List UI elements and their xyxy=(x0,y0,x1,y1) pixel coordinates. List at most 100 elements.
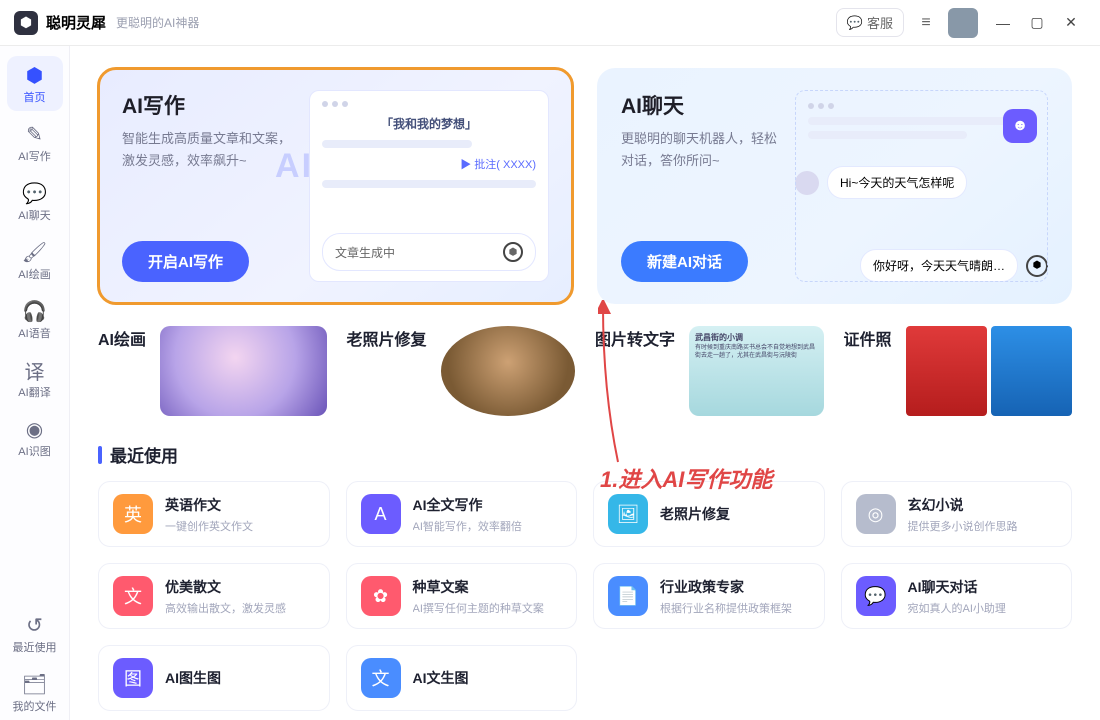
hex-badge-icon: ⬢ xyxy=(503,242,523,262)
app-tagline: 更聪明的AI神器 xyxy=(116,14,199,31)
minimize-button[interactable]: — xyxy=(988,8,1018,38)
recent-card[interactable]: 图 AI图生图 xyxy=(98,645,330,711)
recent-card[interactable]: ✿ 种草文案 AI撰写任何主题的种草文案 xyxy=(346,563,578,629)
recent-card-title: 优美散文 xyxy=(165,577,286,597)
mock-annotation: ▶ 批注( XXXX) xyxy=(460,156,536,172)
sidebar-item-label: 最近使用 xyxy=(13,639,57,655)
brush-icon: 🖌 xyxy=(22,241,47,263)
sidebar-item-label: 首页 xyxy=(24,89,46,105)
recent-card-title: AI文生图 xyxy=(413,668,469,688)
tile-ocr-thumb: 武昌街的小调 有时候到重庆南路买书总会不自觉地想到武昌街去走一趟了，尤其在武昌街… xyxy=(689,326,823,416)
recent-card[interactable]: 文 优美散文 高效输出散文，激发灵感 xyxy=(98,563,330,629)
recent-card-sub: AI撰写任何主题的种草文案 xyxy=(413,600,544,616)
recent-card[interactable]: 🖼 老照片修复 xyxy=(593,481,825,547)
sidebar-item-files[interactable]: 🗂 我的文件 xyxy=(7,665,63,720)
recent-card[interactable]: 英 英语作文 一键创作英文作文 xyxy=(98,481,330,547)
hero-chat-desc: 更聪明的聊天机器人，轻松 对话，答你所问~ xyxy=(621,128,777,172)
recent-card-title: 玄幻小说 xyxy=(908,495,1018,515)
recent-card[interactable]: ◎ 玄幻小说 提供更多小说创作思路 xyxy=(841,481,1073,547)
sidebar-item-home[interactable]: ⬢ 首页 xyxy=(7,56,63,111)
recent-header-text: 最近使用 xyxy=(110,442,178,467)
recent-card-sub: 一键创作英文作文 xyxy=(165,518,253,534)
recent-card-icon: 英 xyxy=(113,494,153,534)
folder-icon: 🗂 xyxy=(22,673,47,695)
menu-icon[interactable]: ≡ xyxy=(912,9,940,37)
app-name: 聪明灵犀 xyxy=(46,12,106,33)
sidebar-item-chat[interactable]: 💬 AI聊天 xyxy=(7,174,63,229)
chat-preview-panel: ☻ Hi~今天的天气怎样呢 你好呀，今天天气晴朗… ⬢ xyxy=(795,90,1048,282)
maximize-button[interactable]: ▢ xyxy=(1022,8,1052,38)
window-dots-icon xyxy=(808,103,1035,109)
hero-ai-write[interactable]: AI写作 智能生成高质量文章和文案， 激发灵感，效率飙升~ 开启AI写作 AI … xyxy=(98,68,573,304)
user-avatar[interactable] xyxy=(948,8,978,38)
tile-oldphoto-thumb xyxy=(441,326,575,416)
sidebar-item-label: AI写作 xyxy=(18,148,50,164)
tile-draw-thumb xyxy=(160,326,326,416)
ocr-doc-title: 武昌街的小调 xyxy=(695,332,817,343)
tile-ai-draw[interactable]: AI绘画 xyxy=(98,326,327,416)
recent-card-sub: 提供更多小说创作思路 xyxy=(908,518,1018,534)
window-dots-icon xyxy=(322,101,536,107)
ocr-doc-body: 有时候到重庆南路买书总会不自觉地想到武昌街去走一趟了，尤其在武昌街与沅陵街 xyxy=(695,345,817,361)
recent-header: 最近使用 xyxy=(98,442,1072,467)
write-preview-panel: AI 「我和我的梦想」 ▶ 批注( XXXX) 文章生成中 ⬢ xyxy=(309,90,549,282)
sidebar-item-label: AI聊天 xyxy=(18,207,50,223)
recent-card[interactable]: 💬 AI聊天对话 宛如真人的AI小助理 xyxy=(841,563,1073,629)
recent-card-icon: 文 xyxy=(113,576,153,616)
recent-card-sub: AI智能写作，效率翻倍 xyxy=(413,518,522,534)
tile-title: 图片转文字 xyxy=(595,326,675,350)
sidebar-item-ocr[interactable]: ◉ AI识图 xyxy=(7,410,63,465)
chat-icon: 💬 xyxy=(22,182,47,204)
recent-card-title: 种草文案 xyxy=(413,577,544,597)
recent-card-icon: ✿ xyxy=(361,576,401,616)
recent-card[interactable]: 文 AI文生图 xyxy=(346,645,578,711)
recent-card-sub: 根据行业名称提供政策框架 xyxy=(660,600,792,616)
tile-oldphoto[interactable]: 老照片修复 xyxy=(347,326,576,416)
recent-card-icon: 💬 xyxy=(856,576,896,616)
app-logo-icon: ⬢ xyxy=(14,11,38,35)
recent-card[interactable]: 📄 行业政策专家 根据行业名称提供政策框架 xyxy=(593,563,825,629)
sidebar-item-label: 我的文件 xyxy=(13,698,57,714)
sidebar-item-voice[interactable]: 🎧 AI语音 xyxy=(7,292,63,347)
sidebar-item-write[interactable]: ✎ AI写作 xyxy=(7,115,63,170)
mock-status-text: 文章生成中 xyxy=(335,244,395,261)
history-icon: ↺ xyxy=(26,614,43,636)
headphone-icon: 🎧 xyxy=(22,300,47,322)
close-button[interactable]: ✕ xyxy=(1056,8,1086,38)
sidebar-item-recent[interactable]: ↺ 最近使用 xyxy=(7,606,63,661)
recent-card-title: AI图生图 xyxy=(165,668,221,688)
recent-card[interactable]: A AI全文写作 AI智能写作，效率翻倍 xyxy=(346,481,578,547)
chat-float-icon: ☻ xyxy=(1003,109,1037,143)
ai-ghost-text: AI xyxy=(275,147,313,186)
hero-chat-title: AI聊天 xyxy=(621,90,777,120)
recent-card-sub: 宛如真人的AI小助理 xyxy=(908,600,1006,616)
support-button[interactable]: 💬 客服 xyxy=(836,8,904,37)
tile-title: 老照片修复 xyxy=(347,326,427,350)
sidebar-item-label: AI语音 xyxy=(18,325,50,341)
sidebar-item-draw[interactable]: 🖌 AI绘画 xyxy=(7,233,63,288)
start-ai-write-button[interactable]: 开启AI写作 xyxy=(122,241,249,282)
recent-card-title: AI聊天对话 xyxy=(908,577,1006,597)
pen-icon: ✎ xyxy=(26,123,43,145)
tile-ocr[interactable]: 图片转文字 武昌街的小调 有时候到重庆南路买书总会不自觉地想到武昌街去走一趟了，… xyxy=(595,326,824,416)
recent-card-icon: ◎ xyxy=(856,494,896,534)
hero-ai-chat[interactable]: AI聊天 更聪明的聊天机器人，轻松 对话，答你所问~ 新建AI对话 ☻ Hi~今… xyxy=(597,68,1072,304)
tile-title: AI绘画 xyxy=(98,326,146,350)
recent-card-icon: 🖼 xyxy=(608,494,648,534)
titlebar: ⬢ 聪明灵犀 更聪明的AI神器 💬 客服 ≡ — ▢ ✕ xyxy=(0,0,1100,46)
tile-idphoto[interactable]: 证件照 xyxy=(844,326,1073,416)
recent-card-title: 老照片修复 xyxy=(660,504,730,524)
sidebar: ⬢ 首页 ✎ AI写作 💬 AI聊天 🖌 AI绘画 🎧 AI语音 译 AI翻译 … xyxy=(0,46,70,720)
new-ai-chat-button[interactable]: 新建AI对话 xyxy=(621,241,748,282)
tile-idphoto-thumb xyxy=(906,326,1072,416)
translate-icon: 译 xyxy=(25,359,45,381)
recent-card-icon: 文 xyxy=(361,658,401,698)
sidebar-item-translate[interactable]: 译 AI翻译 xyxy=(7,351,63,406)
recent-card-icon: 图 xyxy=(113,658,153,698)
chat-bubble-icon: 💬 xyxy=(847,15,863,31)
sidebar-item-label: AI绘画 xyxy=(18,266,50,282)
recent-grid: 英 英语作文 一键创作英文作文A AI全文写作 AI智能写作，效率翻倍🖼 老照片… xyxy=(98,481,1072,711)
support-label: 客服 xyxy=(867,13,893,32)
recent-card-icon: 📄 xyxy=(608,576,648,616)
recent-card-sub: 高效输出散文，激发灵感 xyxy=(165,600,286,616)
